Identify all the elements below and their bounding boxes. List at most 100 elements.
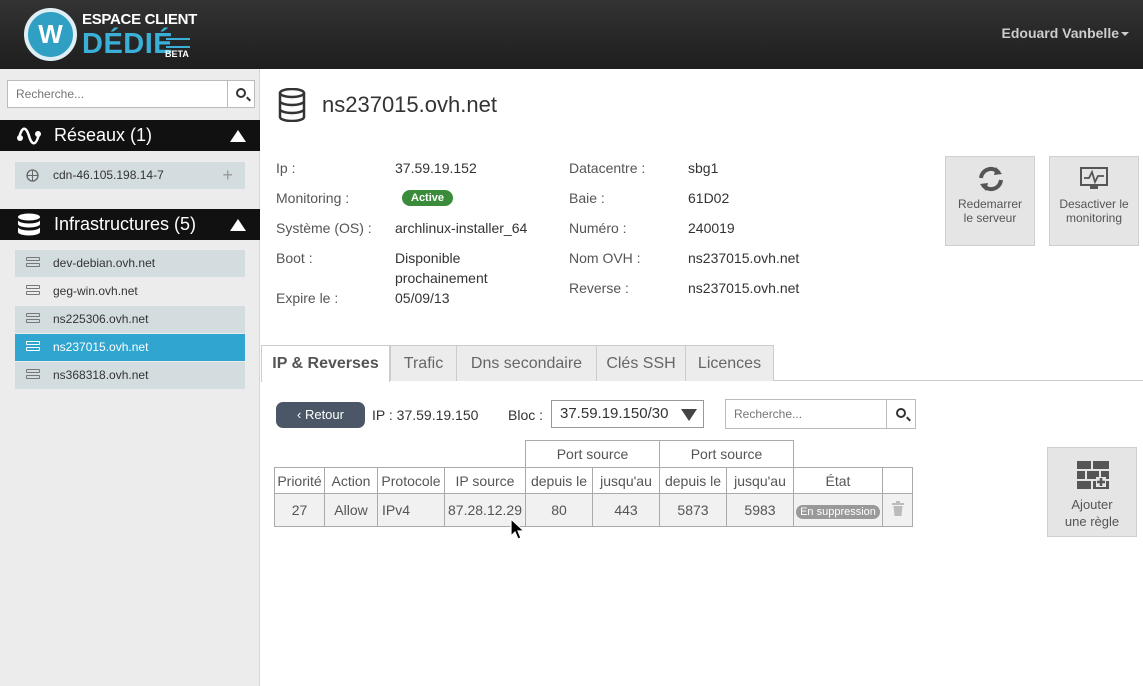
network-item-label: cdn-46.105.198.14-7	[53, 168, 164, 182]
section-reseaux-title: Réseaux (1)	[54, 125, 153, 145]
numero-value: 240019	[688, 220, 735, 236]
cell-state: En suppression	[793, 493, 883, 527]
cell-from2: 5873	[659, 493, 727, 527]
monitoring-label: Monitoring :	[276, 190, 350, 206]
mon-line1: Desactiver le	[1059, 197, 1129, 211]
tab-dns-secondaire[interactable]: Dns secondaire	[456, 345, 597, 381]
tab-bar: IP & Reverses Trafic Dns secondaire Clés…	[261, 345, 1143, 382]
add-rule-line2: une règle	[1064, 514, 1120, 529]
server-icon	[26, 285, 40, 297]
database-icon	[18, 213, 40, 236]
col-header	[882, 467, 913, 494]
user-name: Edouard Vanbelle	[1001, 25, 1119, 41]
server-item[interactable]: ns368318.ovh.net	[15, 362, 245, 389]
network-item[interactable]: cdn-46.105.198.14-7 +	[15, 162, 245, 189]
refresh-icon	[979, 166, 1003, 192]
sidebar-search-button[interactable]	[227, 80, 255, 108]
numero-label: Numéro :	[569, 220, 627, 236]
ip-info-value: 37.59.19.150	[396, 407, 479, 423]
cell-to2: 5983	[726, 493, 794, 527]
dropdown-arrow-icon	[681, 409, 697, 421]
add-rule-line1: Ajouter	[1071, 497, 1113, 512]
logo-beta: BETA	[165, 49, 189, 59]
server-item[interactable]: geg-win.ovh.net	[15, 278, 245, 305]
database-icon	[278, 88, 306, 122]
rules-search-input[interactable]	[725, 399, 887, 429]
col-header: IP source	[444, 467, 526, 494]
server-icon	[26, 257, 40, 269]
col-header: depuis le	[525, 467, 593, 494]
back-button[interactable]: ‹ Retour	[276, 402, 365, 428]
datacentre-value: sbg1	[688, 160, 719, 176]
col-header: Protocole	[377, 467, 445, 494]
caret-down-icon	[1121, 32, 1129, 37]
os-value: archlinux-installer_64	[395, 220, 528, 236]
col-header: jusqu'au	[726, 467, 794, 494]
bloc-select-value: 37.59.19.150/30	[560, 405, 669, 422]
firewall-add-icon	[1077, 461, 1109, 489]
reverse-value: ns237015.ovh.net	[688, 280, 800, 296]
bloc-select[interactable]: 37.59.19.150/30	[551, 400, 704, 428]
os-label: Système (OS) :	[276, 220, 372, 236]
section-infrastructures[interactable]: Infrastructures (5)	[0, 209, 260, 240]
server-item[interactable]: ns225306.ovh.net	[15, 306, 245, 333]
server-item-label: ns368318.ovh.net	[53, 368, 149, 382]
tab-cles-ssh[interactable]: Clés SSH	[596, 345, 686, 381]
table-row: 27 Allow IPv4 87.28.12.29 80 443 5873 59…	[274, 493, 913, 527]
ip-info-label: IP :	[372, 407, 397, 423]
logo-bars	[166, 38, 190, 48]
monitoring-status-badge: Active	[402, 190, 454, 206]
disable-monitoring-button[interactable]: Desactiver le monitoring	[1049, 156, 1139, 246]
ip-info: IP : 37.59.19.150	[372, 407, 478, 423]
nom-ovh-label: Nom OVH :	[569, 250, 641, 266]
port-source-group-header: Port source	[659, 440, 794, 468]
port-source-group-header: Port source	[525, 440, 660, 468]
cell-action: Allow	[324, 493, 378, 527]
tab-licences[interactable]: Licences	[685, 345, 774, 381]
network-icon	[17, 127, 41, 145]
rules-search	[725, 399, 916, 429]
col-header: Action	[324, 467, 378, 494]
server-item[interactable]: dev-debian.ovh.net	[15, 250, 245, 277]
section-infra-title: Infrastructures (5)	[54, 214, 197, 234]
section-reseaux[interactable]: Réseaux (1)	[0, 120, 260, 151]
tab-trafic[interactable]: Trafic	[390, 345, 457, 381]
user-menu[interactable]: Edouard Vanbelle	[1002, 25, 1129, 41]
collapse-icon[interactable]	[230, 130, 246, 142]
server-icon	[26, 369, 40, 381]
server-icon	[26, 313, 40, 325]
mouse-cursor-icon	[510, 518, 526, 540]
boot-value-line2: prochainement	[395, 270, 488, 286]
add-rule-button[interactable]: Ajouter une règle	[1047, 447, 1137, 537]
rules-search-button[interactable]	[886, 399, 916, 429]
col-header: depuis le	[659, 467, 727, 494]
cell-protocol: IPv4	[377, 493, 445, 527]
sidebar-search-input[interactable]	[7, 80, 228, 108]
expire-value: 05/09/13	[395, 290, 450, 306]
top-header: W ESPACE CLIENT DÉDIÉ BETA Edouard Vanbe…	[0, 0, 1143, 69]
mon-line2: monitoring	[1065, 211, 1123, 225]
server-item-label: geg-win.ovh.net	[53, 284, 138, 298]
ip-label: Ip :	[276, 160, 296, 176]
server-item-selected[interactable]: ns237015.ovh.net	[15, 334, 245, 361]
cell-priority: 27	[274, 493, 325, 527]
ip-value: 37.59.19.152	[395, 160, 477, 176]
tab-ip-reverses[interactable]: IP & Reverses	[261, 345, 390, 382]
bloc-label: Bloc :	[508, 407, 544, 423]
search-icon	[896, 408, 906, 418]
cell-delete	[882, 493, 913, 527]
collapse-icon[interactable]	[230, 219, 246, 231]
logo-big-text: DÉDIÉ	[82, 28, 174, 60]
trash-icon[interactable]	[891, 501, 904, 516]
cell-to1: 443	[592, 493, 660, 527]
server-item-label: ns237015.ovh.net	[53, 340, 149, 354]
logo-icon[interactable]: W	[24, 8, 77, 61]
add-icon[interactable]: +	[222, 162, 233, 189]
reboot-line1: Redemarrer	[957, 197, 1023, 211]
sidebar-search	[7, 80, 255, 108]
boot-label: Boot :	[276, 250, 313, 266]
reboot-line2: le serveur	[963, 211, 1017, 225]
cell-from1: 80	[525, 493, 593, 527]
reboot-button[interactable]: Redemarrer le serveur	[945, 156, 1035, 246]
datacentre-label: Datacentre :	[569, 160, 646, 176]
